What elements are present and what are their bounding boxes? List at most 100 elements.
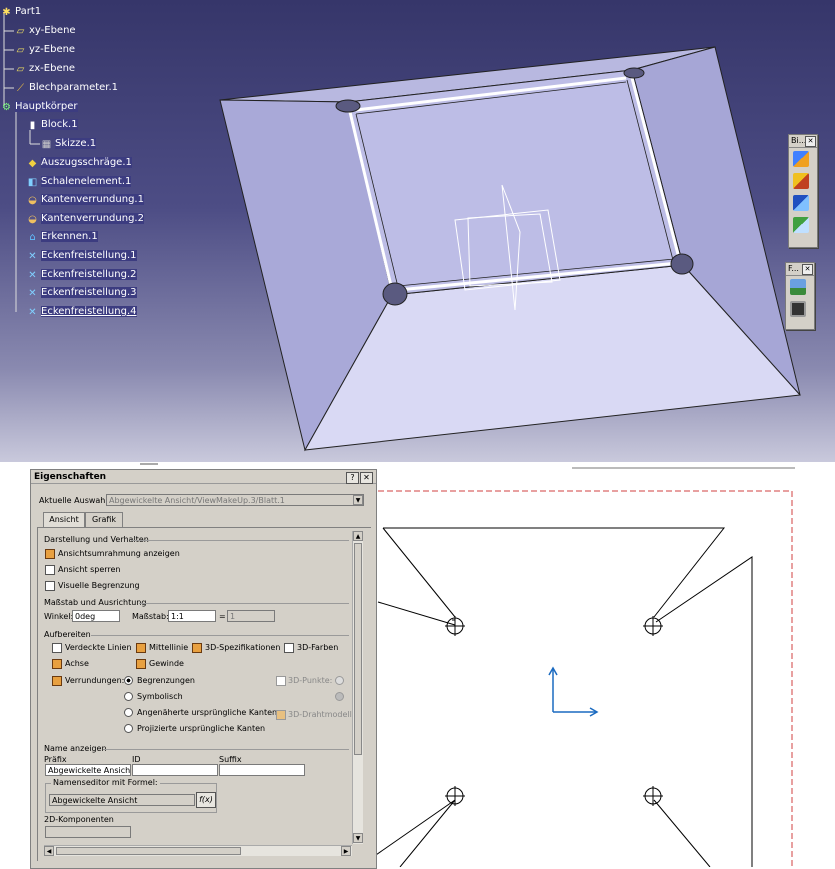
angle-input[interactable]: 0deg (72, 610, 120, 622)
scroll-down-button[interactable]: ▼ (353, 833, 363, 843)
sheetmetal-parameters-icon: ⟋ (17, 82, 24, 94)
fillets-label: Verrundungen: (65, 676, 125, 685)
3d-points-radio-2[interactable] (335, 692, 344, 701)
file-tool-2[interactable] (786, 298, 810, 320)
current-selection-label: Aktuelle Auswahl: (39, 496, 111, 505)
plane-icon: ▱ (16, 25, 25, 37)
projected-edges-label: Projizierte ursprüngliche Kanten (137, 724, 266, 733)
boundaries-radio[interactable] (124, 676, 133, 685)
file-toolbar-title[interactable]: F... ✕ (786, 263, 814, 276)
flat-outline-top-left (382, 527, 456, 618)
scroll-up-button[interactable]: ▲ (353, 531, 363, 541)
tree-item-corner-relief-4[interactable]: ✕ Eckenfreistellung.4 (26, 304, 137, 320)
prefix-input[interactable]: Abgewickelte Ansicht (45, 764, 131, 776)
corner-relief-top-right (623, 67, 645, 79)
section-scale: Maßstab und Ausrichtung (44, 598, 147, 607)
current-selection-field[interactable]: Abgewickelte Ansicht/ViewMakeUp.3/Blatt.… (106, 494, 364, 506)
edge-fillet-icon: ◒ (28, 213, 37, 225)
symbolic-label: Symbolisch (137, 692, 183, 701)
tree-item-corner-relief-2[interactable]: ✕ Eckenfreistellung.2 (26, 267, 137, 283)
bend-tool-4[interactable] (789, 214, 813, 236)
thread-checkbox[interactable] (136, 659, 146, 669)
bend-toolbar[interactable]: Bi... ✕ (788, 134, 818, 248)
edge-fillet-icon: ◒ (28, 194, 37, 206)
corner-relief-icon: ✕ (28, 287, 37, 299)
tree-item-zx-plane[interactable]: ▱ zx-Ebene (14, 61, 75, 77)
id-input[interactable] (132, 764, 218, 776)
scale-label: Maßstab: (132, 612, 169, 621)
scroll-left-button[interactable]: ◀ (44, 846, 54, 856)
tree-item-corner-relief-3[interactable]: ✕ Eckenfreistellung.3 (26, 285, 137, 301)
center-line-checkbox[interactable] (136, 643, 146, 653)
frame-checkbox[interactable] (45, 549, 55, 559)
scale-result-field: 1 (227, 610, 275, 622)
relief-circle-bottom-right (643, 786, 663, 806)
scale-input[interactable]: 1:1 (168, 610, 216, 622)
tree-item-sheetmetal-parameters[interactable]: ⟋ Blechparameter.1 (14, 80, 118, 96)
axis-checkbox[interactable] (52, 659, 62, 669)
corner-relief-icon: ✕ (28, 269, 37, 281)
angle-label: Winkel: (44, 612, 74, 621)
file-tool-1[interactable] (786, 276, 810, 298)
bend-toolbar-title[interactable]: Bi... ✕ (789, 135, 817, 148)
tree-item-xy-plane[interactable]: ▱ xy-Ebene (14, 23, 76, 39)
vertical-scroll-thumb[interactable] (354, 543, 362, 755)
approx-edges-radio[interactable] (124, 708, 133, 717)
properties-dialog[interactable]: Eigenschaften ? ✕ Aktuelle Auswahl: Abge… (30, 469, 377, 869)
hidden-lines-checkbox[interactable] (52, 643, 62, 653)
3d-spec-checkbox[interactable] (192, 643, 202, 653)
clip-checkbox[interactable] (45, 581, 55, 591)
tree-item-shell[interactable]: ◧ Schalenelement.1 (26, 174, 132, 190)
file-toolbar[interactable]: F... ✕ (785, 262, 815, 330)
suffix-input[interactable] (219, 764, 305, 776)
3d-wire-checkbox[interactable] (276, 710, 286, 720)
specification-tree[interactable]: ✱ Part1 ▱ xy-Ebene ▱ yz-Ebene ▱ zx-Ebene ⟋ Bl… (0, 0, 200, 330)
tree-item-edge-fillet-2[interactable]: ◒ Kantenverrundung.2 (26, 211, 144, 227)
center-line-label: Mittellinie (149, 643, 189, 652)
3d-spec-label: 3D-Spezifikationen (205, 643, 281, 652)
corner-relief-bottom-left (382, 282, 408, 306)
tree-item-block[interactable]: ▮ Block.1 (26, 117, 78, 133)
horizontal-scrollbar[interactable]: ◀ ▶ (44, 845, 352, 856)
thread-label: Gewinde (149, 659, 184, 668)
bend-tool-2[interactable] (789, 170, 813, 192)
scroll-right-button[interactable]: ▶ (341, 846, 351, 856)
help-button[interactable]: ? (346, 472, 359, 484)
3d-points-checkbox[interactable] (276, 676, 286, 686)
projected-edges-radio[interactable] (124, 724, 133, 733)
part-icon: ✱ (2, 6, 11, 18)
close-button[interactable]: ✕ (360, 472, 373, 484)
3d-points-radio-1[interactable] (335, 676, 344, 685)
tree-item-sketch[interactable]: ▦ Skizze.1 (40, 136, 97, 152)
approx-edges-label: Angenäherte ursprüngliche Kanten (137, 708, 278, 717)
equals-sign: = (219, 612, 226, 621)
tab-ansicht[interactable]: Ansicht (43, 512, 85, 527)
close-icon[interactable]: ✕ (805, 136, 816, 147)
tab-grafik[interactable]: Grafik (85, 512, 123, 527)
close-icon[interactable]: ✕ (802, 264, 813, 275)
chevron-down-icon[interactable]: ▼ (353, 495, 363, 505)
tree-item-part[interactable]: ✱ Part1 (0, 4, 41, 20)
tree-item-draft[interactable]: ◆ Auszugsschräge.1 (26, 155, 132, 171)
corner-relief-icon: ✕ (28, 250, 37, 262)
dialog-title-bar[interactable]: Eigenschaften (31, 470, 376, 484)
vertical-scrollbar[interactable]: ▲ ▼ (352, 531, 363, 844)
3d-viewport[interactable]: ✱ Part1 ▱ xy-Ebene ▱ yz-Ebene ▱ zx-Ebene ⟋ Bl… (0, 0, 835, 462)
horizontal-scroll-thumb[interactable] (56, 847, 241, 855)
section-dress: Aufbereiten (44, 630, 91, 639)
bend-tool-3[interactable] (789, 192, 813, 214)
lock-label: Ansicht sperren (58, 565, 121, 574)
formula-button[interactable]: f(x) (196, 792, 216, 808)
3d-colors-checkbox[interactable] (284, 643, 294, 653)
bend-tool-1[interactable] (789, 148, 813, 170)
divider (91, 635, 349, 636)
tree-item-yz-plane[interactable]: ▱ yz-Ebene (14, 42, 75, 58)
fillets-checkbox[interactable] (52, 676, 62, 686)
tree-item-recognize[interactable]: ⌂ Erkennen.1 (26, 229, 98, 245)
lock-checkbox[interactable] (45, 565, 55, 575)
flat-outline-bottom-left (372, 799, 456, 867)
tree-item-corner-relief-1[interactable]: ✕ Eckenfreistellung.1 (26, 248, 137, 264)
symbolic-radio[interactable] (124, 692, 133, 701)
tree-item-edge-fillet-1[interactable]: ◒ Kantenverrundung.1 (26, 192, 144, 208)
tree-item-main-body[interactable]: ⚙ Hauptkörper (0, 99, 78, 115)
